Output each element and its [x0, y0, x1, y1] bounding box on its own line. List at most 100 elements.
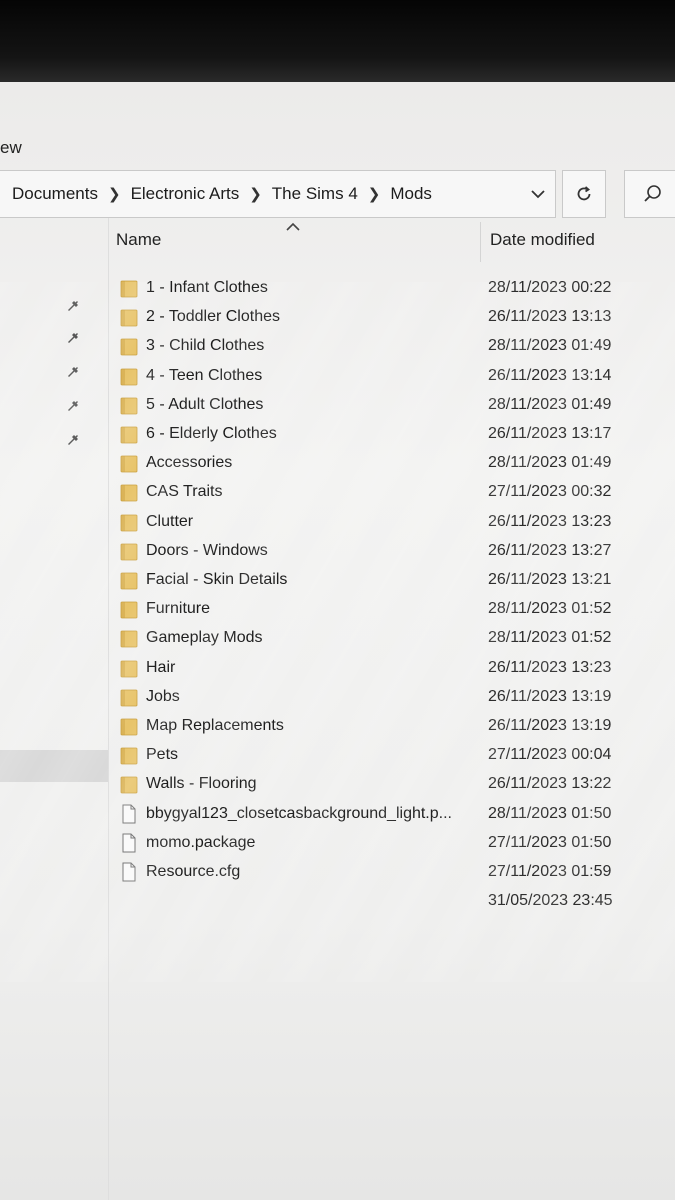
- pin-icon[interactable]: [66, 360, 84, 378]
- folder-icon: [120, 368, 138, 385]
- breadcrumb-the-sims-4[interactable]: The Sims 4: [272, 184, 358, 204]
- date-modified: 27/11/2023 01:50: [488, 833, 612, 851]
- list-item[interactable]: Jobs 26/11/2023 13:19: [110, 685, 670, 711]
- folder-icon: [120, 397, 138, 415]
- list-item[interactable]: Pets 27/11/2023 00:04: [110, 743, 670, 769]
- date-modified: 31/05/2023 23:45: [488, 892, 613, 910]
- chevron-right-icon[interactable]: ❯: [249, 185, 262, 203]
- list-item[interactable]: Doors - Windows 26/11/2023 13:27: [110, 539, 670, 565]
- file-name: Furniture: [146, 600, 211, 618]
- date-modified: 26/11/2023 13:17: [488, 425, 612, 442]
- list-item[interactable]: bbygyal123_closetcasbackground_light.p..…: [110, 802, 670, 828]
- pin-icon[interactable]: [66, 394, 84, 412]
- menu-view-fragment[interactable]: ew: [0, 138, 22, 158]
- date-modified: 26/11/2023 13:27: [488, 541, 612, 559]
- date-modified: 28/11/2023 01:52: [488, 629, 612, 647]
- file-name: Walls - Flooring: [146, 775, 257, 793]
- chevron-right-icon[interactable]: ❯: [368, 185, 381, 203]
- breadcrumb-electronic-arts[interactable]: Electronic Arts: [131, 184, 240, 204]
- file-name: 2 - Toddler Clothes: [146, 308, 280, 326]
- file-name: Jobs: [146, 687, 180, 705]
- folder-icon: [120, 660, 138, 677]
- folder-icon: [120, 776, 138, 794]
- monitor-bezel: [0, 0, 675, 82]
- date-modified: 26/11/2023 13:13: [488, 308, 612, 326]
- folder-icon: [120, 455, 138, 473]
- file-name: Accessories: [146, 454, 233, 472]
- address-dropdown-button[interactable]: [520, 172, 556, 216]
- file-icon: [122, 862, 136, 882]
- date-modified: 28/11/2023 00:22: [488, 279, 612, 296]
- file-name: 3 - Child Clothes: [146, 337, 265, 355]
- list-item[interactable]: Furniture 28/11/2023 01:52: [110, 597, 670, 623]
- breadcrumb-mods[interactable]: Mods: [390, 184, 432, 204]
- list-item[interactable]: Gameplay Mods 28/11/2023 01:52: [110, 626, 670, 652]
- refresh-button[interactable]: [562, 170, 606, 218]
- folder-icon: [120, 718, 138, 736]
- date-modified: 26/11/2023 13:19: [488, 687, 612, 705]
- folder-icon: [120, 689, 138, 707]
- list-item[interactable]: Map Replacements 26/11/2023 13:19: [110, 714, 670, 740]
- sort-ascending-icon: [286, 222, 300, 231]
- column-header-name[interactable]: Name: [116, 230, 161, 260]
- list-item-partial[interactable]: 31/05/2023 23:45: [110, 889, 670, 915]
- list-item[interactable]: Resource.cfg 27/11/2023 01:59: [110, 860, 670, 886]
- chevron-right-icon[interactable]: ❯: [108, 185, 121, 203]
- folder-icon: [120, 747, 138, 765]
- nav-item-selected[interactable]: [0, 750, 108, 782]
- folder-icon: [120, 543, 138, 561]
- folder-icon: [120, 514, 138, 531]
- list-item[interactable]: 4 - Teen Clothes 26/11/2023 13:14: [110, 364, 670, 390]
- folder-icon: [120, 426, 138, 444]
- list-item[interactable]: Walls - Flooring 26/11/2023 13:22: [110, 772, 670, 798]
- breadcrumb-documents[interactable]: Documents: [12, 184, 98, 204]
- folder-icon: [120, 601, 138, 619]
- folder-icon: [120, 280, 138, 298]
- search-box[interactable]: [624, 170, 675, 218]
- file-name: Hair: [146, 658, 176, 676]
- file-name: 4 - Teen Clothes: [146, 366, 263, 384]
- file-name: Pets: [146, 746, 179, 764]
- pin-icon[interactable]: [66, 294, 84, 312]
- list-item[interactable]: Clutter 26/11/2023 13:23: [110, 510, 670, 536]
- column-header-date-modified[interactable]: Date modified: [490, 230, 595, 260]
- list-item[interactable]: 2 - Toddler Clothes 26/11/2023 13:13: [110, 305, 670, 331]
- list-item[interactable]: momo.package 27/11/2023 01:50: [110, 831, 670, 857]
- list-item[interactable]: 1 - Infant Clothes 28/11/2023 00:22: [110, 276, 670, 302]
- file-name: Doors - Windows: [146, 541, 268, 559]
- list-item[interactable]: 5 - Adult Clothes 28/11/2023 01:49: [110, 393, 670, 419]
- file-explorer-window: ew Documents ❯ Electronic Arts ❯ The Sim…: [0, 82, 675, 1200]
- list-item[interactable]: 6 - Elderly Clothes 26/11/2023 13:17: [110, 422, 670, 448]
- file-name: Resource.cfg: [146, 863, 241, 880]
- date-modified: 28/11/2023 01:50: [488, 804, 612, 822]
- file-name: CAS Traits: [146, 483, 223, 501]
- folder-icon: [120, 338, 138, 356]
- search-icon: [644, 185, 661, 202]
- file-name: Gameplay Mods: [146, 629, 263, 647]
- list-item[interactable]: CAS Traits 27/11/2023 00:32: [110, 480, 670, 506]
- date-modified: 28/11/2023 01:49: [488, 454, 612, 472]
- date-modified: 26/11/2023 13:23: [488, 658, 612, 676]
- file-name: 5 - Adult Clothes: [146, 395, 264, 413]
- pin-icon[interactable]: [66, 326, 84, 344]
- file-name: Facial - Skin Details: [146, 571, 288, 588]
- column-divider[interactable]: [480, 222, 481, 262]
- navigation-pane[interactable]: [0, 218, 109, 1200]
- folder-icon: [120, 309, 138, 327]
- date-modified: 27/11/2023 00:32: [488, 483, 612, 501]
- date-modified: 26/11/2023 13:23: [488, 512, 612, 530]
- date-modified: 28/11/2023 01:52: [488, 600, 612, 618]
- folder-icon: [120, 484, 138, 502]
- date-modified: 27/11/2023 00:04: [488, 746, 612, 764]
- date-modified: 28/11/2023 01:49: [488, 337, 612, 355]
- list-item[interactable]: 3 - Child Clothes 28/11/2023 01:49: [110, 334, 670, 360]
- list-item[interactable]: Facial - Skin Details 26/11/2023 13:21: [110, 568, 670, 594]
- chevron-down-icon: [531, 189, 545, 198]
- pin-icon[interactable]: [66, 428, 84, 446]
- date-modified: 26/11/2023 13:14: [488, 366, 612, 384]
- file-name: Map Replacements: [146, 717, 284, 734]
- address-bar[interactable]: Documents ❯ Electronic Arts ❯ The Sims 4…: [0, 170, 556, 218]
- list-item[interactable]: Accessories 28/11/2023 01:49: [110, 451, 670, 477]
- file-icon: [122, 833, 136, 853]
- list-item[interactable]: Hair 26/11/2023 13:23: [110, 656, 670, 682]
